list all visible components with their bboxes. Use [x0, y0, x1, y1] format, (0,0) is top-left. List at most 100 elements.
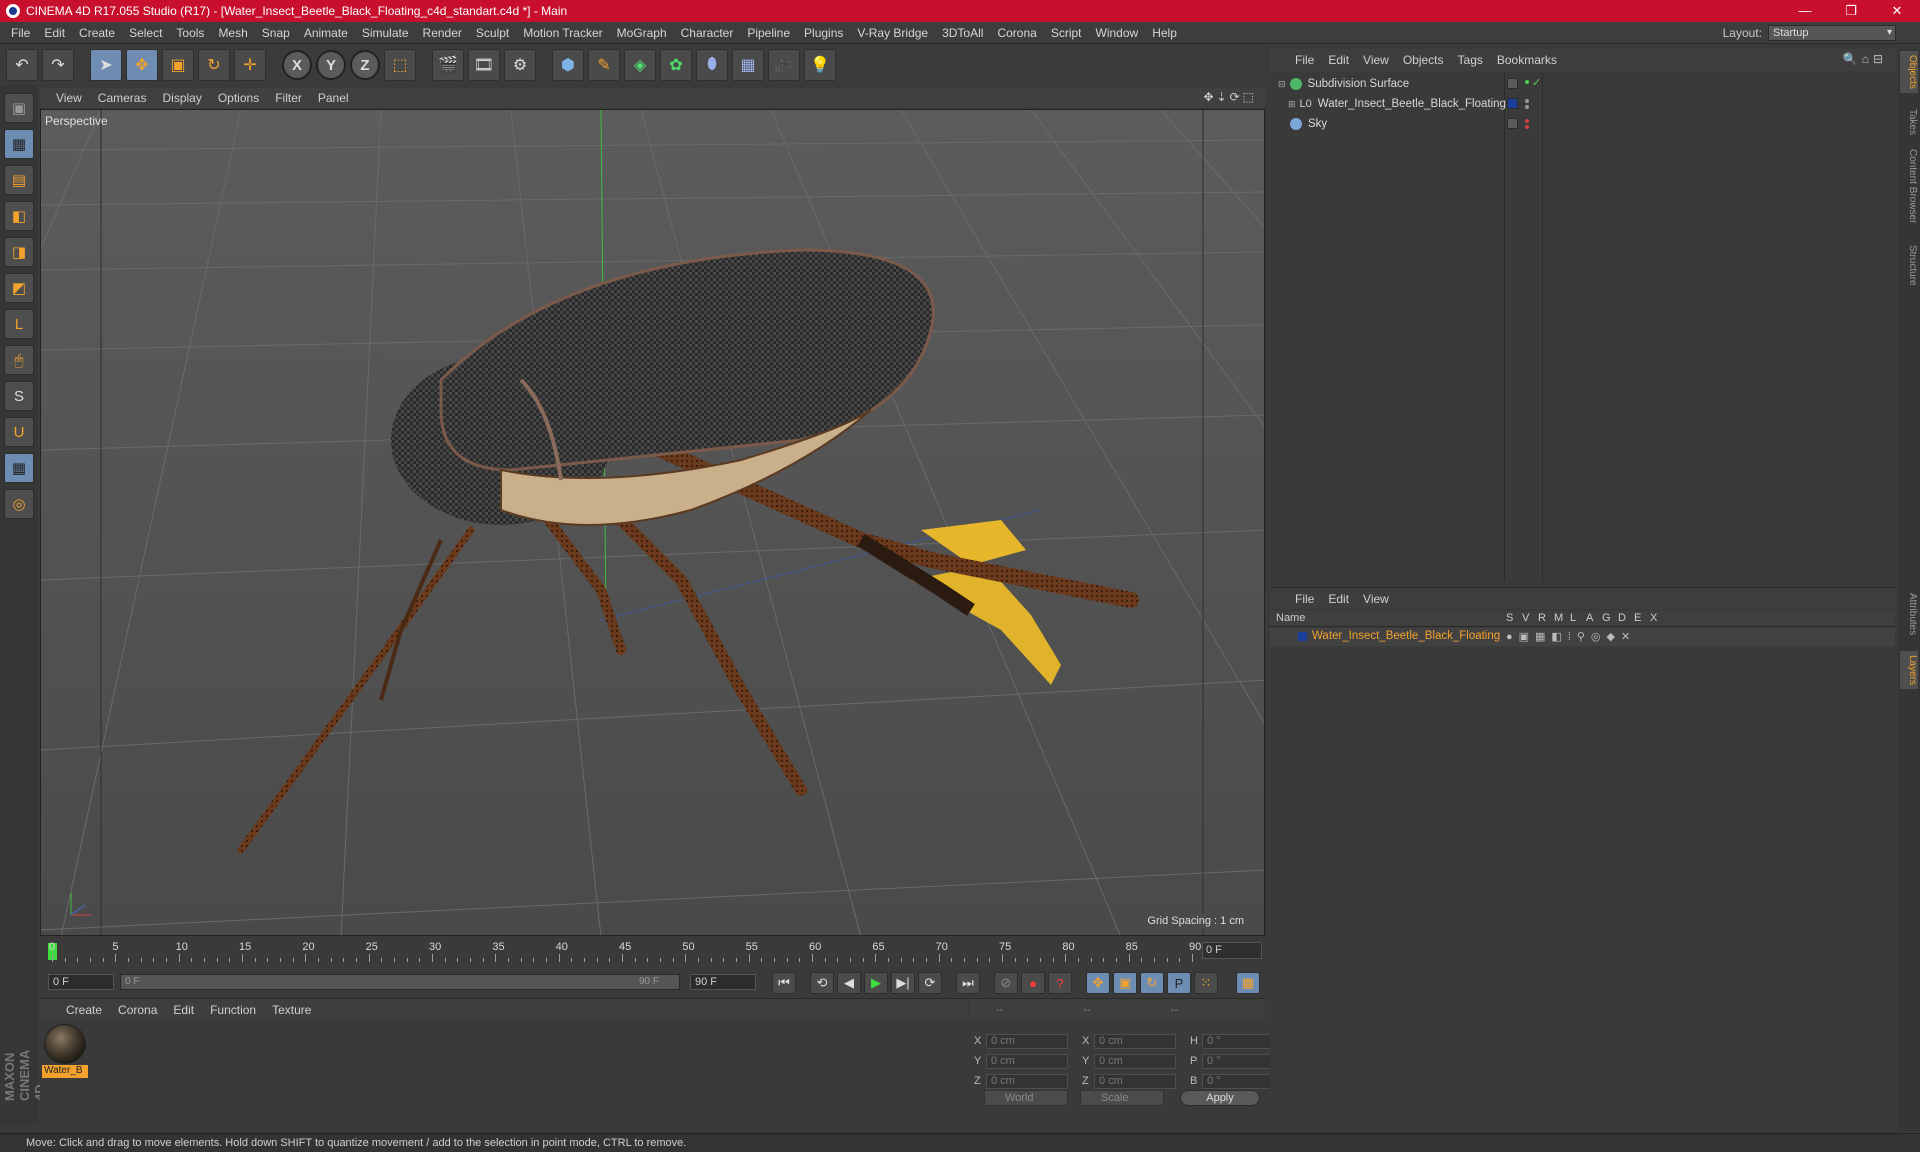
om-menu-bookmarks[interactable]: Bookmarks — [1490, 53, 1564, 67]
go-to-start-icon[interactable]: ⏮ — [772, 972, 796, 994]
redo-icon[interactable]: ↷ — [42, 49, 74, 81]
position-x-field[interactable]: 0 cm — [986, 1033, 1068, 1049]
menu-tools[interactable]: Tools — [169, 26, 211, 40]
om-menu-file[interactable]: File — [1288, 53, 1321, 67]
cube-primitive-icon[interactable]: ⬢ — [552, 49, 584, 81]
om-menu-objects[interactable]: Objects — [1396, 53, 1451, 67]
size-z-field[interactable]: 0 cm — [1094, 1073, 1176, 1089]
menu-window[interactable]: Window — [1089, 26, 1146, 40]
size-y-field[interactable]: 0 cm — [1094, 1053, 1176, 1069]
menu-motion-tracker[interactable]: Motion Tracker — [516, 26, 609, 40]
key-parameter-icon[interactable]: P — [1167, 972, 1191, 994]
viewport-menu-options[interactable]: Options — [210, 91, 267, 105]
preview-range-slider[interactable]: 0 F 90 F — [120, 974, 680, 990]
menu-help[interactable]: Help — [1145, 26, 1184, 40]
menu-mesh[interactable]: Mesh — [211, 26, 254, 40]
menu-script[interactable]: Script — [1044, 26, 1089, 40]
minimize-button[interactable]: — — [1782, 3, 1828, 19]
editor-visibility-dot[interactable] — [1525, 99, 1529, 103]
layer-color-swatch[interactable] — [1298, 632, 1307, 641]
material-menu-function[interactable]: Function — [202, 1003, 264, 1017]
deformer-icon[interactable]: ⬮ — [696, 49, 728, 81]
layer-swatch[interactable] — [1507, 78, 1518, 89]
menu-pipeline[interactable]: Pipeline — [740, 26, 797, 40]
viewport-menu-filter[interactable]: Filter — [267, 91, 310, 105]
apply-button[interactable]: Apply — [1180, 1090, 1260, 1106]
key-position-icon[interactable]: ✥ — [1086, 972, 1110, 994]
om-search-home-icons[interactable]: 🔍⌂⊟ — [1843, 52, 1887, 66]
tab-structure[interactable]: Structure — [1900, 241, 1918, 290]
menu-simulate[interactable]: Simulate — [355, 26, 416, 40]
play-icon[interactable]: ▶ — [864, 972, 888, 994]
editor-visibility-dot[interactable] — [1525, 119, 1529, 123]
floor-icon[interactable]: ▦ — [732, 49, 764, 81]
viewport-menu-display[interactable]: Display — [154, 91, 209, 105]
texture-mode-icon[interactable]: ▤ — [4, 165, 34, 195]
perspective-viewport[interactable]: Perspective Grid Spacing : 1 cm — [40, 109, 1265, 936]
menu-edit[interactable]: Edit — [37, 26, 72, 40]
menu-character[interactable]: Character — [674, 26, 741, 40]
autokeying-icon[interactable]: ? — [1048, 972, 1072, 994]
menu-plugins[interactable]: Plugins — [797, 26, 850, 40]
enabled-check-icon[interactable]: ✓ — [1532, 76, 1541, 89]
key-scale-icon[interactable]: ▣ — [1113, 972, 1137, 994]
previous-key-icon[interactable]: ⟲ — [810, 972, 834, 994]
solo-icon[interactable]: ◎ — [4, 489, 34, 519]
next-frame-icon[interactable]: ▶| — [891, 972, 915, 994]
current-frame-field[interactable]: 0 F — [1202, 942, 1262, 959]
menu-corona[interactable]: Corona — [990, 26, 1043, 40]
lm-menu-file[interactable]: File — [1288, 592, 1321, 606]
z-axis-lock-icon[interactable]: Z — [350, 50, 380, 80]
move-tool-icon[interactable]: ✥ — [126, 49, 158, 81]
snapping-icon[interactable]: U — [4, 417, 34, 447]
pen-spline-icon[interactable]: ✎ — [588, 49, 620, 81]
render-settings-icon[interactable]: ⚙ — [504, 49, 536, 81]
size-x-field[interactable]: 0 cm — [1094, 1033, 1176, 1049]
scale-tool-icon[interactable]: ▣ — [162, 49, 194, 81]
edges-mode-icon[interactable]: ◩ — [4, 273, 34, 303]
x-axis-lock-icon[interactable]: X — [282, 50, 312, 80]
go-to-end-icon[interactable]: ⏭ — [956, 972, 980, 994]
position-y-field[interactable]: 0 cm — [986, 1053, 1068, 1069]
lm-menu-edit[interactable]: Edit — [1321, 592, 1356, 606]
undo-icon[interactable]: ↶ — [6, 49, 38, 81]
polygons-mode-icon[interactable]: L — [4, 309, 34, 339]
layer-swatch[interactable] — [1507, 118, 1518, 129]
lm-menu-view[interactable]: View — [1356, 592, 1396, 606]
render-view-icon[interactable]: 🎬 — [432, 49, 464, 81]
camera-icon[interactable]: 🎥 — [768, 49, 800, 81]
tweak-mode-icon[interactable]: S — [4, 381, 34, 411]
layer-flag-icons[interactable]: ●▣▦◧⁞⚲◎◆✕ — [1506, 630, 1636, 643]
material-menu-create[interactable]: Create — [58, 1003, 110, 1017]
menu-create[interactable]: Create — [72, 26, 122, 40]
material-preview-thumbnail[interactable] — [44, 1024, 86, 1064]
subdivision-surface-icon[interactable]: ◈ — [624, 49, 656, 81]
axis-mode-icon[interactable]: 🖱 — [4, 345, 34, 375]
material-menu-texture[interactable]: Texture — [264, 1003, 319, 1017]
om-menu-edit[interactable]: Edit — [1321, 53, 1356, 67]
editor-visibility-dot[interactable] — [1525, 80, 1529, 84]
workplane-mode-icon[interactable]: ◧ — [4, 201, 34, 231]
material-menu-edit[interactable]: Edit — [165, 1003, 202, 1017]
object-row-beetle[interactable]: ⊞ L0 Water_Insect_Beetle_Black_Floating — [1270, 94, 1895, 114]
layout-dropdown[interactable]: Startup — [1768, 25, 1896, 41]
tab-attributes[interactable]: Attributes — [1900, 589, 1918, 639]
viewport-menu-cameras[interactable]: Cameras — [90, 91, 155, 105]
key-rotation-icon[interactable]: ↻ — [1140, 972, 1164, 994]
expand-icon[interactable]: ⊟ — [1278, 79, 1286, 90]
previous-frame-icon[interactable]: ◀ — [837, 972, 861, 994]
menu-render[interactable]: Render — [416, 26, 469, 40]
tab-content-browser[interactable]: Content Browser — [1900, 145, 1918, 227]
material-name-label[interactable]: Water_B — [42, 1065, 88, 1078]
menu-sculpt[interactable]: Sculpt — [469, 26, 516, 40]
menu-mograph[interactable]: MoGraph — [610, 26, 674, 40]
model-mode-icon[interactable]: ▦ — [4, 129, 34, 159]
menu-select[interactable]: Select — [122, 26, 169, 40]
start-frame-field[interactable]: 0 F — [48, 974, 114, 990]
last-tool-icon[interactable]: ✛ — [234, 49, 266, 81]
maximize-button[interactable]: ❐ — [1828, 3, 1874, 19]
record-off-icon[interactable]: ⊘ — [994, 972, 1018, 994]
timeline-ruler[interactable]: 0 5 10 15 20 25 30 35 40 45 50 55 60 65 70 75 80 85 90 0 F — [40, 938, 1265, 966]
render-to-picture-viewer-icon[interactable]: 🎞 — [468, 49, 500, 81]
menu-3dtoall[interactable]: 3DToAll — [935, 26, 990, 40]
